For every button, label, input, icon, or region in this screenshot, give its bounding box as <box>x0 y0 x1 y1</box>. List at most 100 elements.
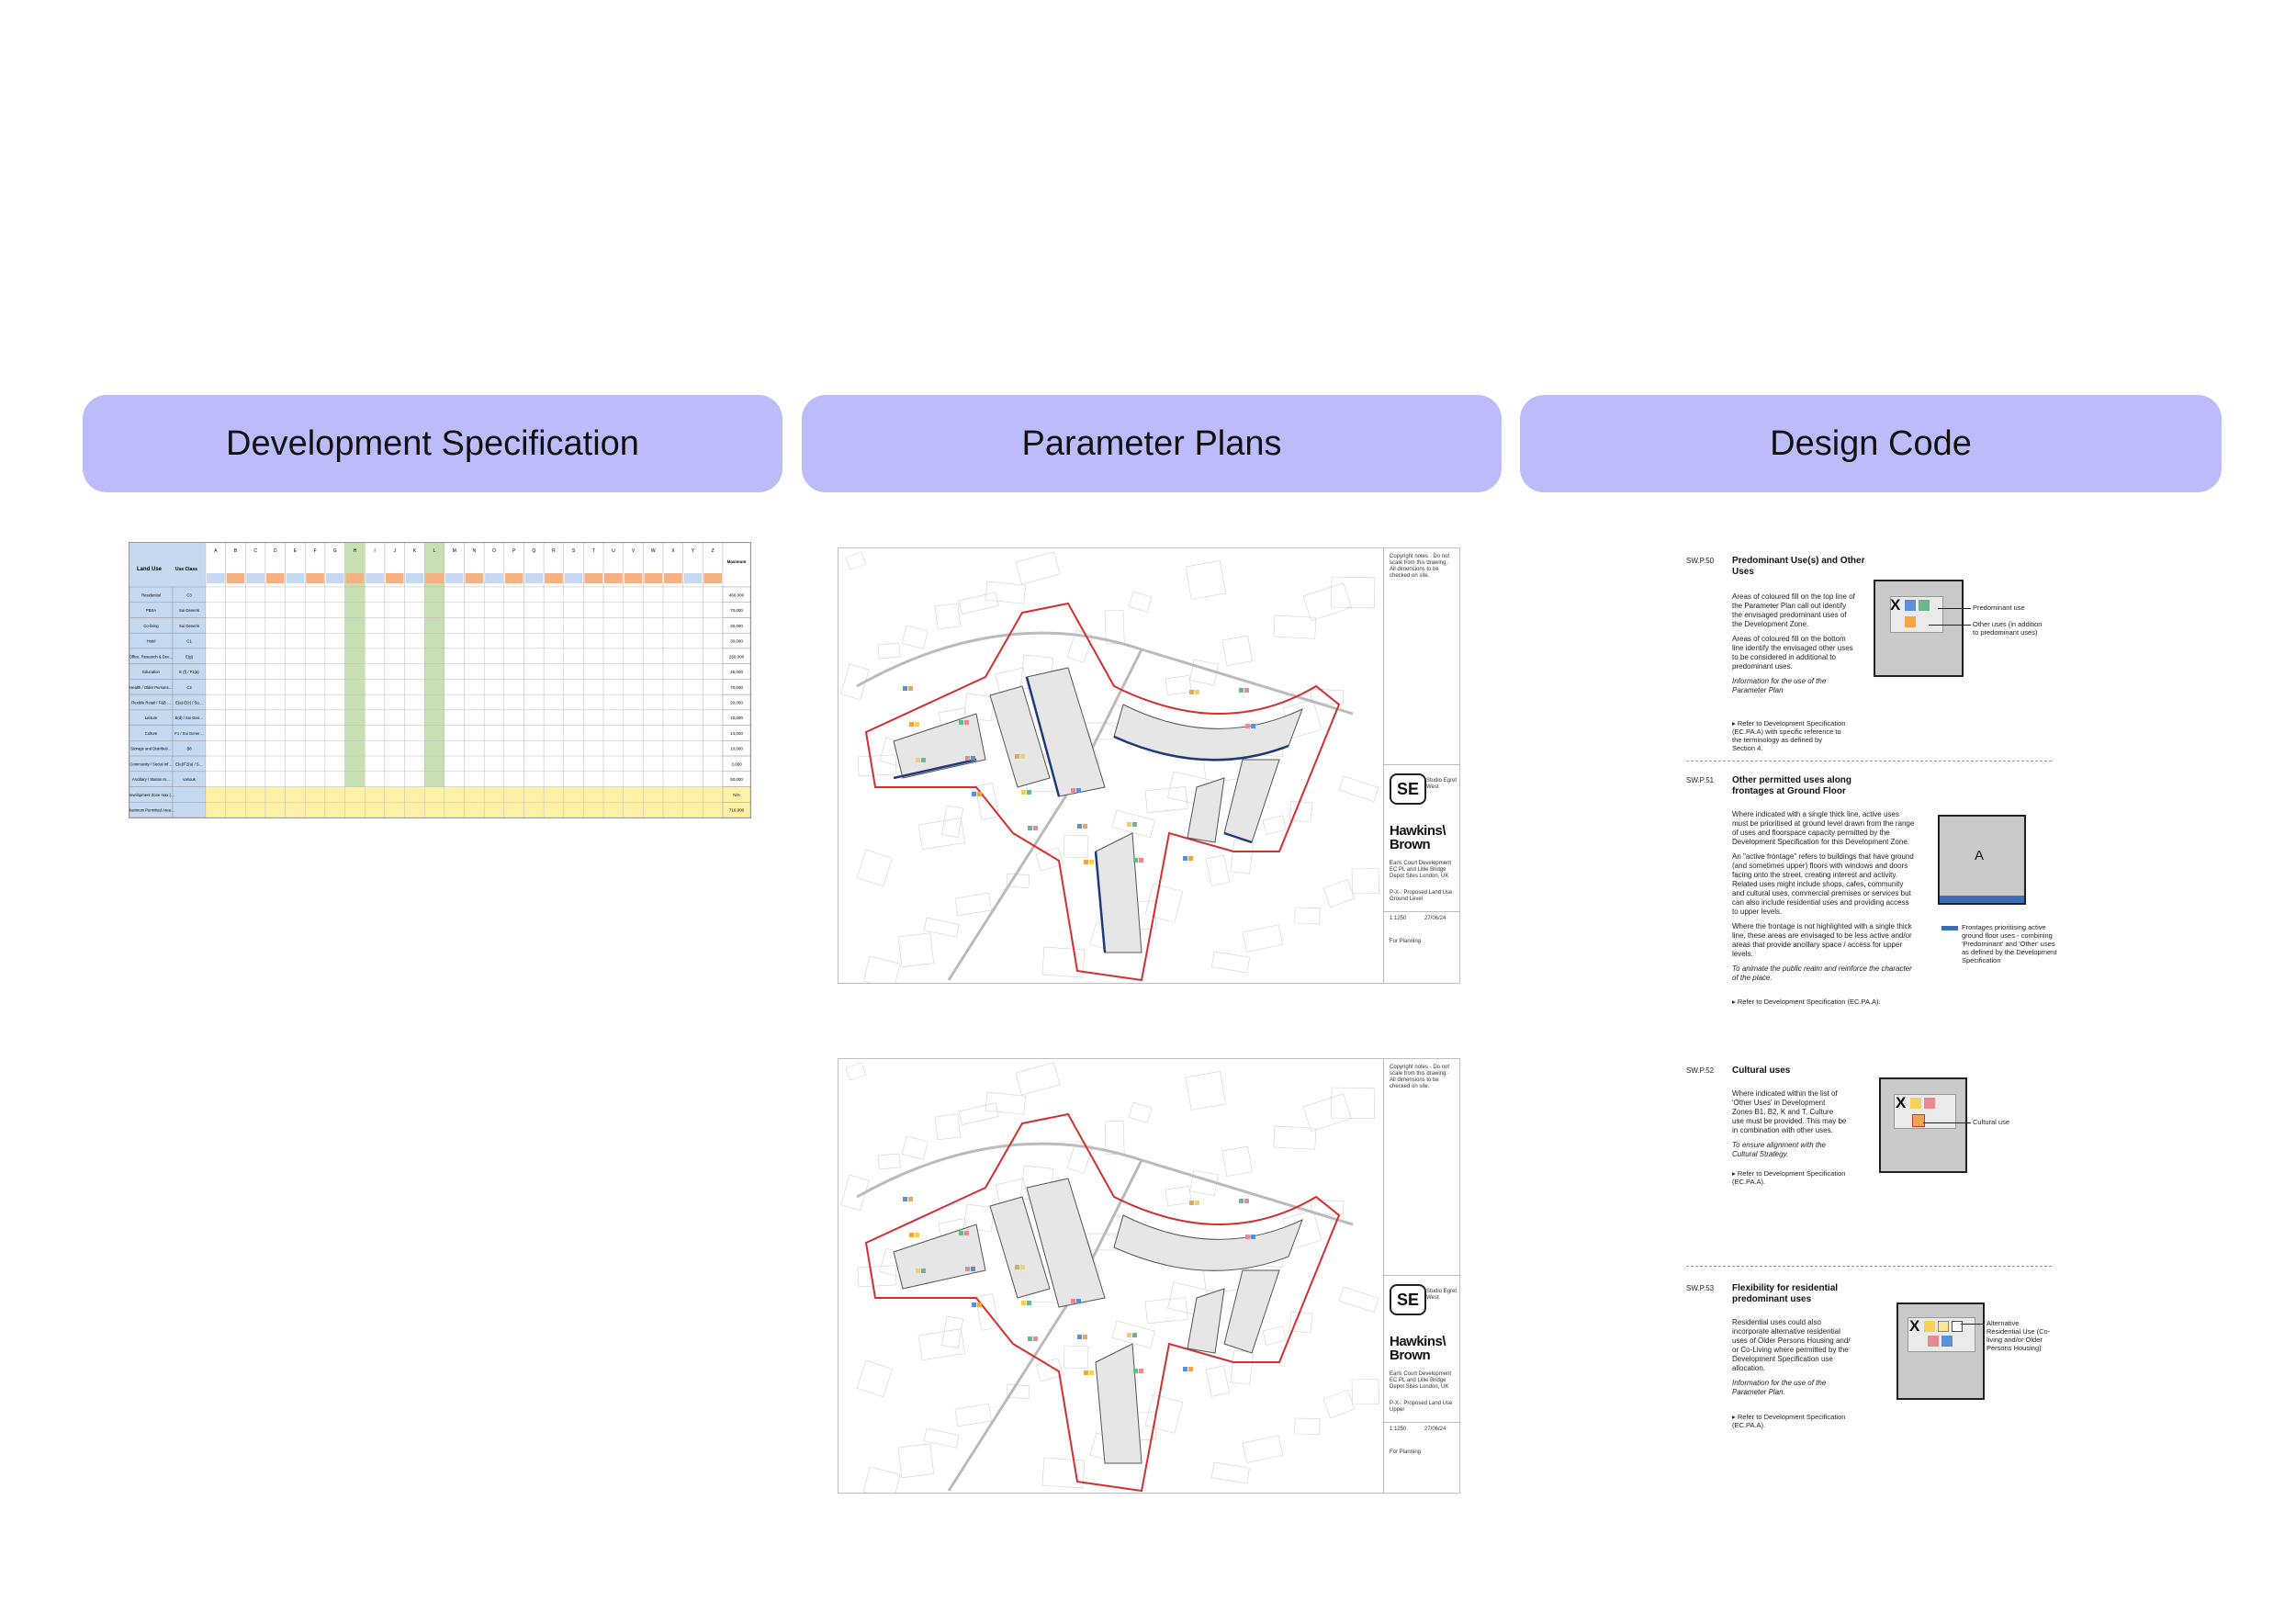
header-development-specification[interactable]: Development Specification <box>83 395 782 492</box>
land-use-label: Office, Research & Dev… <box>129 654 173 659</box>
background-block <box>1144 786 1188 814</box>
table-cell <box>225 709 246 726</box>
header-parameter-plans[interactable]: Parameter Plans <box>802 395 1502 492</box>
table-cell <box>464 709 485 726</box>
table-cell <box>703 786 724 803</box>
zone-subheader-cell <box>465 573 484 583</box>
max-value: 45,000 <box>730 670 743 674</box>
table-cell <box>423 771 445 787</box>
table-cell <box>344 802 366 818</box>
table-cell <box>623 648 644 664</box>
land-use-label: PBSA <box>146 608 156 613</box>
background-block <box>954 892 992 917</box>
table-cell <box>245 755 266 772</box>
design-code-body: Where indicated within the list of 'Othe… <box>1732 1089 1847 1158</box>
table-cell <box>205 802 226 818</box>
table-cell <box>602 694 624 711</box>
table-cell <box>344 755 366 772</box>
use-marker <box>916 758 920 762</box>
table-cell <box>285 648 306 664</box>
use-marker <box>915 722 919 727</box>
background-block <box>958 592 999 615</box>
parameter-plan-upper[interactable]: Copyright notes · Do not scale from this… <box>838 1058 1460 1494</box>
zone-subheader-cell <box>366 573 384 583</box>
use-marker <box>1239 688 1244 693</box>
note-alternative-residential: Alternative Residential Use (Co-living a… <box>1986 1319 2051 1352</box>
table-cell <box>384 663 405 680</box>
table-cell <box>205 694 226 711</box>
use-marker <box>1084 1370 1088 1375</box>
background-block <box>1273 1125 1317 1150</box>
header-label: Parameter Plans <box>1021 423 1282 463</box>
table-cell <box>245 725 266 741</box>
table-cell <box>643 725 664 741</box>
table-cell <box>264 725 286 741</box>
table-cell <box>563 694 584 711</box>
table-cell <box>662 617 683 634</box>
zone-header-label: C <box>253 548 257 554</box>
table-cell <box>464 802 485 818</box>
table-cell <box>543 725 564 741</box>
max-value: 20,000 <box>730 701 743 705</box>
table-cell <box>643 709 664 726</box>
table-cell <box>245 740 266 757</box>
table-cell <box>503 602 524 618</box>
table-cell <box>623 755 644 772</box>
use-marker <box>915 1233 919 1237</box>
table-cell <box>583 694 604 711</box>
use-marker <box>921 758 926 762</box>
table-cell <box>483 679 505 695</box>
use-class-label: F1 / Sui Gener… <box>174 731 203 736</box>
table-cell <box>563 771 584 787</box>
land-use-label: Hotel <box>147 639 156 644</box>
parameter-plan-ground[interactable]: Copyright notes · Do not scale from this… <box>838 547 1460 984</box>
table-cell <box>682 632 703 649</box>
table-cell <box>305 663 326 680</box>
table-cell <box>563 740 584 757</box>
zone-x-glyph: X <box>1890 596 1901 614</box>
table-cell <box>344 786 366 803</box>
table-cell <box>662 663 683 680</box>
table-cell <box>404 786 425 803</box>
table-cell <box>483 602 505 618</box>
table-cell <box>245 632 266 649</box>
background-block <box>857 1265 897 1288</box>
background-block <box>1338 1286 1379 1313</box>
table-cell <box>404 725 425 741</box>
zone-subheader-cell <box>226 573 245 583</box>
plan-status: For Planning <box>1390 1449 1422 1455</box>
use-marker <box>1139 858 1143 863</box>
background-block <box>1128 591 1153 613</box>
max-value: 710,000 <box>729 808 745 813</box>
table-cell <box>423 586 445 603</box>
use-marker <box>921 1269 926 1273</box>
table-cell <box>662 632 683 649</box>
zone-header-label: I <box>374 548 375 554</box>
zone-header-label: F <box>314 548 317 554</box>
background-block <box>941 805 964 838</box>
table-cell <box>324 771 345 787</box>
header-design-code[interactable]: Design Code <box>1520 395 2222 492</box>
table-cell <box>444 755 465 772</box>
table-cell <box>245 771 266 787</box>
use-marker <box>1033 1336 1038 1341</box>
use-marker <box>971 1267 975 1271</box>
use-class-label: C1 <box>186 639 192 644</box>
use-class-label: E (f) / F1(a) <box>179 670 199 674</box>
table-cell <box>225 602 246 618</box>
table-cell <box>245 602 266 618</box>
table-cell <box>305 725 326 741</box>
table-cell <box>483 586 505 603</box>
background-block <box>857 754 897 777</box>
table-cell <box>643 632 664 649</box>
table-cell <box>423 663 445 680</box>
use-marker <box>1239 1199 1244 1203</box>
table-cell <box>384 802 405 818</box>
table-cell <box>703 648 724 664</box>
plan-map-ground <box>840 551 1379 983</box>
use-marker <box>1251 1235 1255 1239</box>
zone-subheader-cell <box>445 573 464 583</box>
table-cell <box>583 602 604 618</box>
table-cell <box>682 586 703 603</box>
table-cell <box>365 648 386 664</box>
